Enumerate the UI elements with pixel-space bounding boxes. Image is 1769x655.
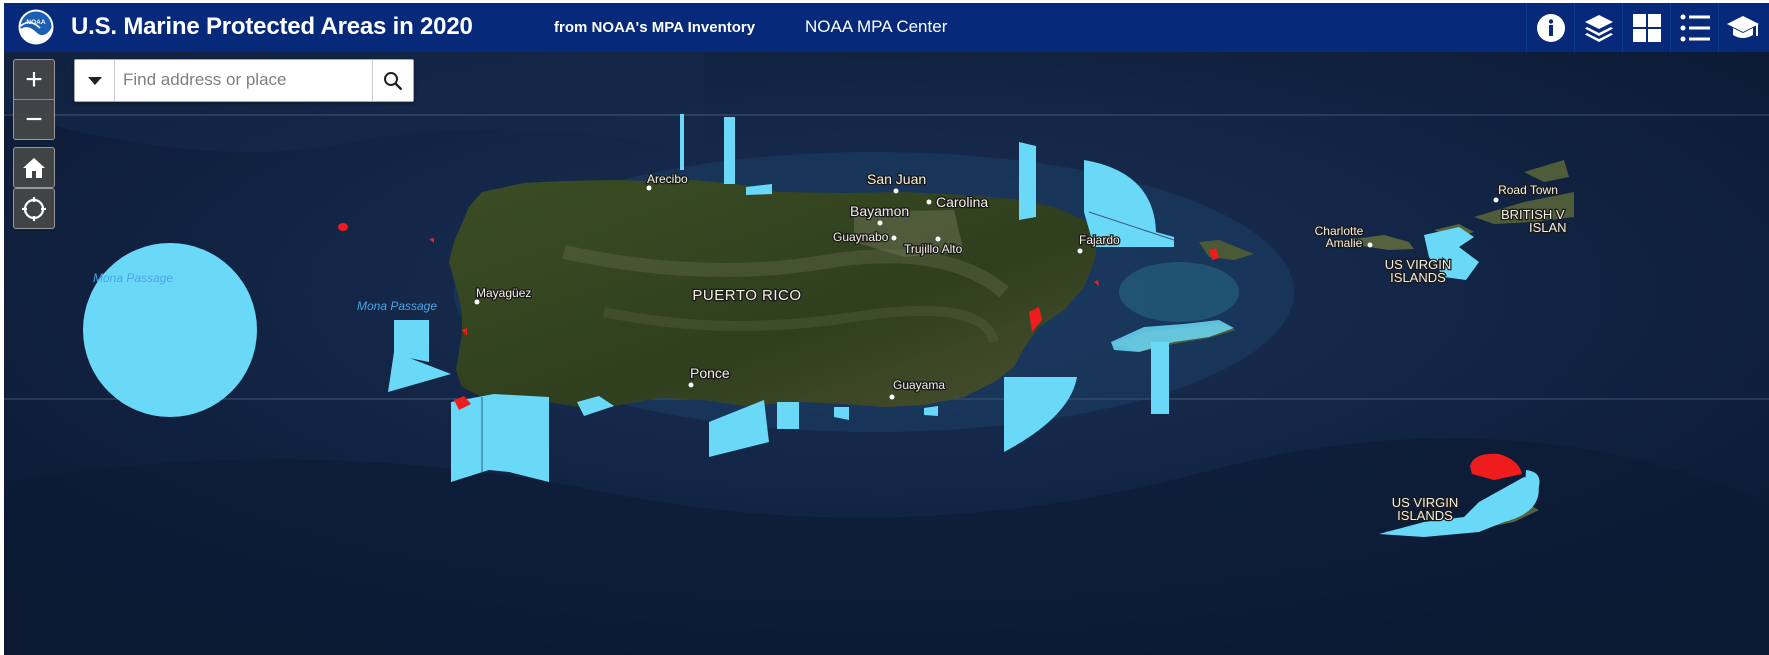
- locate-icon: [22, 196, 46, 221]
- info-icon: [1537, 13, 1565, 42]
- label-trujillo-alto: Trujillo Alto: [904, 242, 963, 256]
- locate-button[interactable]: [13, 188, 55, 229]
- legend-list-icon: [1680, 14, 1710, 41]
- search-input[interactable]: [123, 69, 353, 91]
- mpa-polygon[interactable]: [680, 114, 684, 170]
- noaa-logo: NOAA: [18, 9, 54, 45]
- label-mayaguez: Mayagüez: [476, 286, 531, 300]
- legend-button[interactable]: [1670, 3, 1719, 52]
- label-road-town: Road Town: [1498, 183, 1558, 197]
- info-button[interactable]: [1526, 3, 1575, 52]
- mpa-polygon[interactable]: [1151, 342, 1169, 414]
- home-icon: [23, 157, 45, 178]
- label-fajardo: Fajardo: [1079, 233, 1120, 247]
- mpa-highlight[interactable]: [338, 223, 348, 231]
- search-source-dropdown[interactable]: [75, 60, 115, 101]
- label-mona-passage-west: Mona Passage: [93, 271, 173, 285]
- label-carolina: Carolina: [936, 194, 988, 210]
- zoom-out-button[interactable]: −: [14, 100, 54, 139]
- coastal-shelf: [1119, 262, 1239, 322]
- search-icon: [384, 71, 403, 90]
- label-amalie: Amalie: [1326, 236, 1363, 250]
- label-ponce: Ponce: [690, 365, 730, 381]
- logo-text: NOAA: [26, 19, 45, 26]
- search-widget: [74, 59, 414, 102]
- app-subtitle: from NOAA's MPA Inventory: [554, 19, 756, 36]
- mpa-center-link[interactable]: NOAA MPA Center: [805, 17, 947, 37]
- label-puerto-rico: PUERTO RICO: [692, 287, 801, 304]
- mpa-mona-bank[interactable]: [83, 243, 257, 417]
- mpa-polygon[interactable]: [451, 394, 549, 482]
- zoom-in-button[interactable]: +: [14, 60, 54, 100]
- layers-button[interactable]: [1574, 3, 1623, 52]
- about-button[interactable]: [1718, 3, 1767, 52]
- app-title: U.S. Marine Protected Areas in 2020: [71, 13, 473, 40]
- layers-icon: [1585, 14, 1613, 42]
- grid-icon: [1633, 13, 1661, 42]
- label-mona-passage-east: Mona Passage: [357, 299, 437, 313]
- label-san-juan: San Juan: [867, 171, 926, 187]
- label-bayamon: Bayamon: [850, 203, 909, 219]
- mpa-polygon[interactable]: [724, 117, 735, 184]
- map-view[interactable]: PUERTO RICO Arecibo San Juan Carolina Ba…: [4, 52, 1769, 655]
- label-guaynabo: Guaynabo: [833, 230, 889, 244]
- caret-down-icon: [87, 76, 102, 85]
- label-arecibo: Arecibo: [647, 172, 688, 186]
- mpa-polygon[interactable]: [777, 402, 799, 429]
- app-frame: NOAA U.S. Marine Protected Areas in 2020…: [4, 3, 1769, 655]
- search-button[interactable]: [372, 60, 413, 101]
- basemap-gallery-button[interactable]: [1622, 3, 1671, 52]
- zoom-control: + −: [13, 59, 55, 140]
- label-usvi-south-2: ISLANDS: [1397, 508, 1453, 523]
- app-header: NOAA U.S. Marine Protected Areas in 2020…: [4, 3, 1769, 52]
- graduation-cap-icon: [1727, 15, 1759, 38]
- home-button[interactable]: [13, 147, 55, 188]
- label-usvi-north-2: ISLANDS: [1390, 270, 1446, 285]
- label-bvi-2: ISLAN: [1529, 220, 1567, 235]
- label-guayama: Guayama: [893, 378, 945, 392]
- mpa-polygon[interactable]: [1019, 142, 1036, 220]
